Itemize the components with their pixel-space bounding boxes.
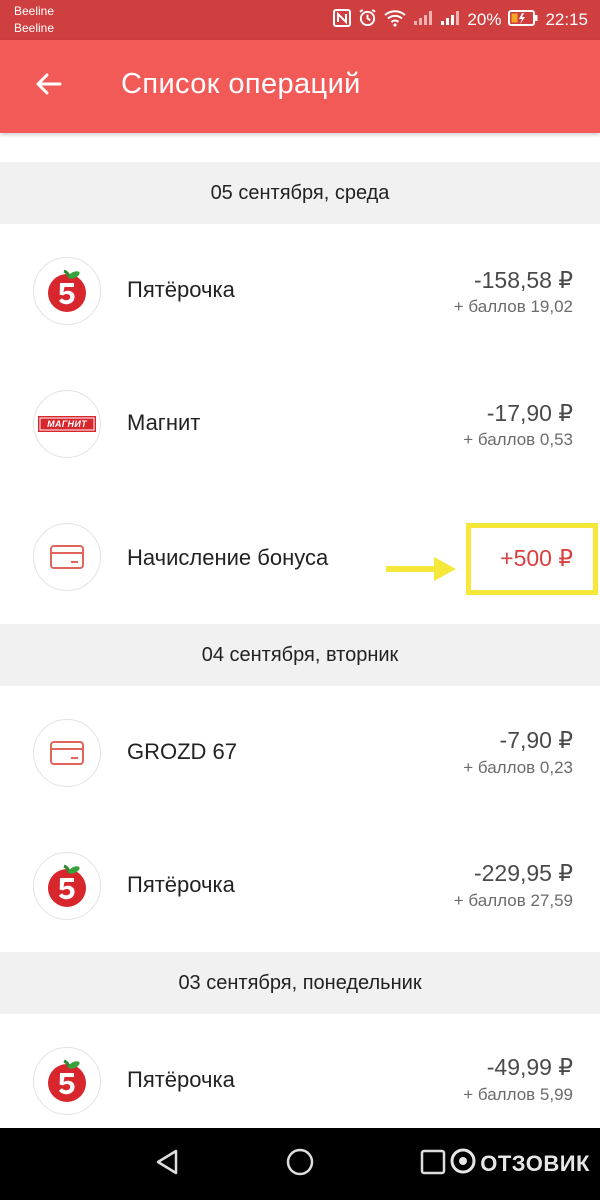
date-header: 03 сентября, понедельник — [0, 952, 600, 1014]
back-button[interactable] — [26, 64, 70, 108]
status-icons: 20% 22:15 — [333, 8, 588, 32]
carrier-labels: Beeline Beeline — [14, 3, 54, 37]
transaction-row[interactable]: Пятёрочка -158,58 ₽ + баллов 19,02 — [0, 224, 600, 357]
pyaterochka-logo-icon — [33, 1047, 101, 1115]
transaction-amount: -7,90 ₽ — [499, 727, 573, 753]
nav-back-button[interactable] — [147, 1146, 187, 1182]
transaction-row[interactable]: МАГНИТ Магнит -17,90 ₽ + баллов 0,53 — [0, 357, 600, 490]
signal-icon-1 — [413, 10, 433, 31]
bonus-points: + баллов 5,99 — [463, 1085, 573, 1104]
alarm-icon — [358, 8, 377, 32]
transaction-row[interactable]: GROZD 67 -7,90 ₽ + баллов 0,23 — [0, 686, 600, 819]
highlight-box — [466, 523, 598, 595]
bonus-points: + баллов 27,59 — [453, 891, 573, 910]
bonus-points: + баллов 19,02 — [453, 297, 573, 316]
date-header: 04 сентября, вторник — [0, 624, 600, 686]
wifi-icon — [384, 9, 407, 32]
pyaterochka-logo-icon — [33, 257, 101, 325]
transaction-row[interactable]: Пятёрочка -229,95 ₽ + баллов 27,59 — [0, 819, 600, 952]
battery-icon — [508, 9, 538, 31]
carrier-2: Beeline — [14, 21, 55, 35]
merchant-name: GROZD 67 — [127, 739, 238, 764]
merchant-name: Пятёрочка — [127, 1067, 235, 1092]
otzovik-logo-icon — [450, 1148, 476, 1180]
signal-icon-2 — [440, 10, 460, 31]
triangle-back-icon — [154, 1148, 180, 1181]
page-title: Список операций — [121, 68, 361, 100]
card-icon — [33, 719, 101, 787]
transaction-amount: -158,58 ₽ — [473, 267, 573, 293]
app-bar: Список операций — [0, 40, 600, 133]
magnit-logo-icon: МАГНИТ — [33, 390, 101, 458]
magnit-logo-text: МАГНИТ — [47, 419, 87, 429]
arrow-left-icon — [34, 72, 62, 101]
pyaterochka-logo-icon — [33, 852, 101, 920]
merchant-name: Магнит — [127, 410, 201, 435]
carrier-1: Beeline — [14, 4, 55, 18]
merchant-name: Пятёрочка — [127, 872, 235, 897]
circle-home-icon — [285, 1147, 315, 1182]
merchant-name: Пятёрочка — [127, 277, 235, 302]
battery-percent: 20% — [467, 10, 502, 29]
card-icon — [33, 523, 101, 591]
status-bar: Beeline Beeline 20% 22:15 — [0, 0, 600, 40]
merchant-name: Начисление бонуса — [127, 545, 329, 570]
date-header: 05 сентября, среда — [0, 162, 600, 224]
bonus-points: + баллов 0,53 — [463, 430, 573, 449]
nav-recents-button[interactable] — [413, 1146, 453, 1182]
bonus-points: + баллов 0,23 — [463, 758, 573, 777]
otzovik-watermark: ОТЗОВИК — [450, 1148, 590, 1180]
transaction-amount: -229,95 ₽ — [473, 860, 573, 886]
transaction-amount: -49,99 ₽ — [486, 1054, 573, 1080]
clock: 22:15 — [545, 10, 588, 29]
square-recents-icon — [420, 1149, 446, 1180]
system-nav-bar: ОТЗОВИК — [0, 1128, 600, 1200]
nav-home-button[interactable] — [280, 1146, 320, 1182]
highlight-arrow-icon — [382, 553, 460, 590]
watermark-text: ОТЗОВИК — [480, 1151, 590, 1176]
nfc-icon — [333, 8, 352, 32]
transaction-amount: -17,90 ₽ — [486, 400, 573, 426]
